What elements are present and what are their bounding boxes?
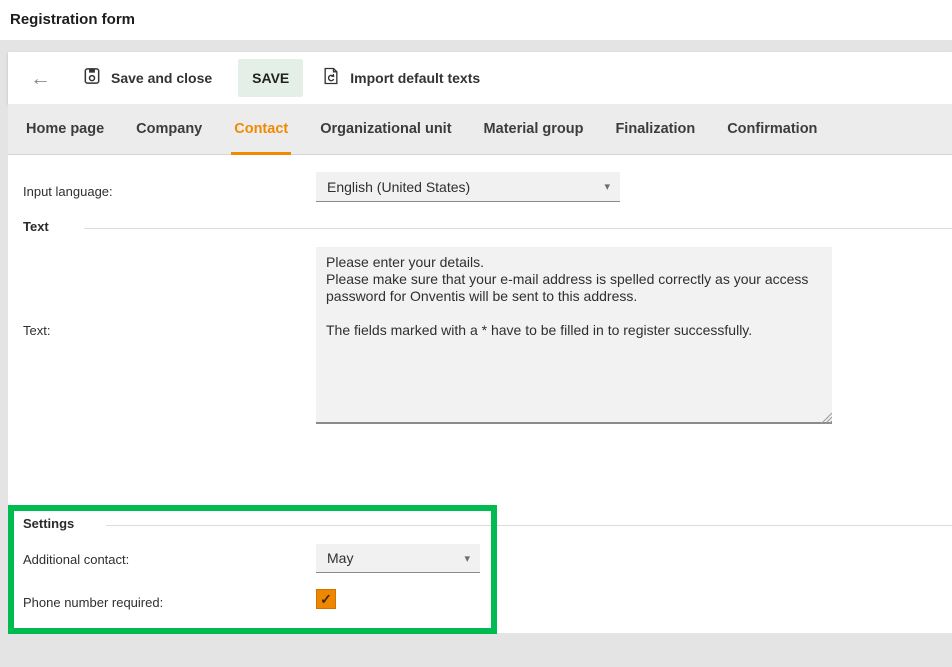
text-section-header: Text <box>23 219 49 234</box>
input-language-select[interactable]: English (United States) ▾ <box>316 172 620 202</box>
phone-number-required-label: Phone number required: <box>23 595 163 610</box>
tab-bar: Home page Company Contact Organizational… <box>8 104 952 155</box>
tab-home-page[interactable]: Home page <box>10 104 120 154</box>
tab-confirmation[interactable]: Confirmation <box>711 104 833 154</box>
additional-contact-label: Additional contact: <box>23 552 129 567</box>
toolbar: ← Save and close SAVE Import default tex… <box>8 52 952 104</box>
text-field-textarea[interactable]: Please enter your details. Please make s… <box>316 247 832 424</box>
save-and-close-button[interactable]: Save and close <box>82 66 212 91</box>
chevron-down-icon: ▾ <box>604 180 610 193</box>
save-button[interactable]: SAVE <box>238 59 303 97</box>
tab-company[interactable]: Company <box>120 104 218 154</box>
import-default-texts-button[interactable]: Import default texts <box>321 66 480 91</box>
input-language-label: Input language: <box>23 184 113 199</box>
input-language-value: English (United States) <box>327 179 470 195</box>
tab-finalization[interactable]: Finalization <box>599 104 711 154</box>
tab-material-group[interactable]: Material group <box>468 104 600 154</box>
form-content: Input language: English (United States) … <box>8 155 952 633</box>
tab-organizational-unit[interactable]: Organizational unit <box>304 104 467 154</box>
checkmark-icon: ✓ <box>320 591 332 608</box>
chevron-down-icon: ▾ <box>464 552 470 565</box>
tab-contact[interactable]: Contact <box>218 104 304 154</box>
additional-contact-value: May <box>327 550 353 566</box>
back-arrow-icon[interactable]: ← <box>30 68 60 89</box>
save-and-close-label: Save and close <box>111 70 212 86</box>
save-floppy-icon <box>82 66 102 91</box>
settings-section-divider <box>106 525 952 526</box>
import-refresh-document-icon <box>321 66 341 91</box>
settings-section-header: Settings <box>23 516 74 531</box>
window-title-bar: Registration form <box>0 0 952 40</box>
text-field-label: Text: <box>23 323 50 338</box>
text-section-divider <box>84 228 952 229</box>
page-title: Registration form <box>10 11 135 28</box>
additional-contact-select[interactable]: May ▾ <box>316 544 480 573</box>
import-default-texts-label: Import default texts <box>350 70 480 86</box>
phone-number-required-checkbox[interactable]: ✓ <box>316 589 336 609</box>
